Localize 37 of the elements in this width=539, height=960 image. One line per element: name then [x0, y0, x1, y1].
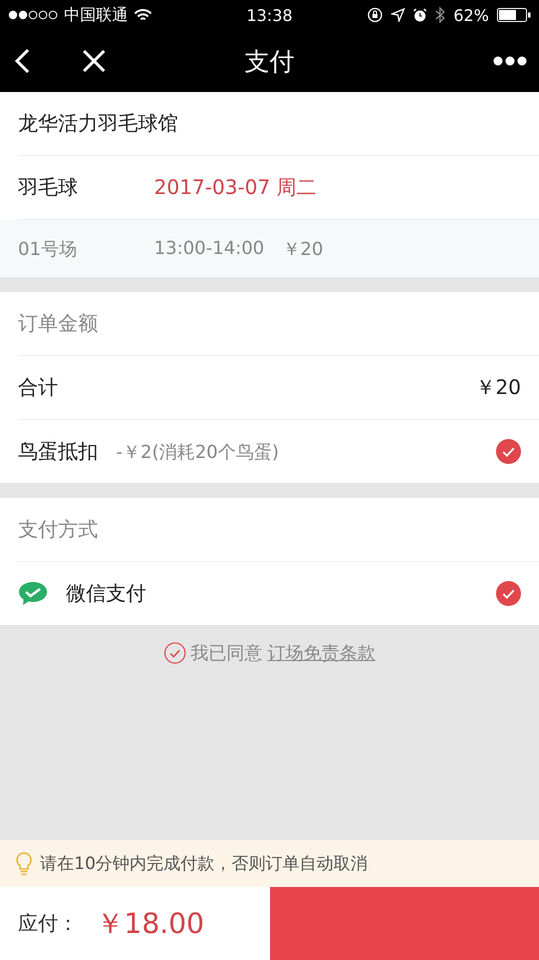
check-icon[interactable] — [164, 642, 186, 664]
court-name: 01号场 — [18, 238, 78, 260]
total-amount: ￥20 — [476, 374, 521, 401]
payment-method-label: 微信支付 — [66, 580, 146, 607]
slot-price: ￥20 — [282, 238, 324, 260]
back-icon[interactable] — [12, 48, 32, 74]
bluetooth-icon — [435, 7, 446, 23]
venue-name: 龙华活力羽毛球馆 — [18, 110, 178, 137]
carrier-name: 中国联通 — [64, 4, 128, 26]
discount-amount: -￥2(消耗20个鸟蛋) — [116, 440, 279, 464]
lightbulb-icon — [16, 852, 32, 876]
terms-link[interactable]: 订场免责条款 — [268, 641, 376, 665]
clock-time: 13:38 — [246, 6, 293, 24]
alarm-icon — [413, 8, 428, 22]
page-title: 支付 — [244, 46, 294, 78]
location-arrow-icon — [391, 8, 406, 22]
battery-percent: 62% — [453, 6, 489, 24]
discount-label: 鸟蛋抵扣 — [18, 438, 98, 465]
payment-notice: 请在10分钟内完成付款，否则订单自动取消 — [40, 853, 368, 875]
total-label: 合计 — [18, 374, 58, 401]
amount-due-label: 应付： — [18, 910, 78, 937]
check-icon[interactable] — [496, 581, 521, 606]
amount-due: ￥18.00 — [96, 906, 204, 942]
more-icon[interactable] — [493, 56, 527, 66]
signal-icon — [8, 10, 58, 20]
time-slot: 13:00-14:00 — [154, 238, 264, 259]
battery-icon — [497, 8, 531, 22]
section-header: 订单金额 — [18, 310, 98, 337]
sport-name: 羽毛球 — [18, 174, 79, 201]
rotation-lock-icon — [367, 7, 384, 23]
wifi-icon — [134, 8, 152, 22]
section-header: 支付方式 — [18, 516, 98, 543]
wechat-pay-icon — [18, 580, 48, 606]
check-icon[interactable] — [496, 439, 521, 464]
agreement-text: 我已同意 — [190, 642, 262, 665]
close-icon[interactable] — [82, 49, 106, 73]
booking-date: 2017-03-07 周二 — [154, 174, 317, 201]
